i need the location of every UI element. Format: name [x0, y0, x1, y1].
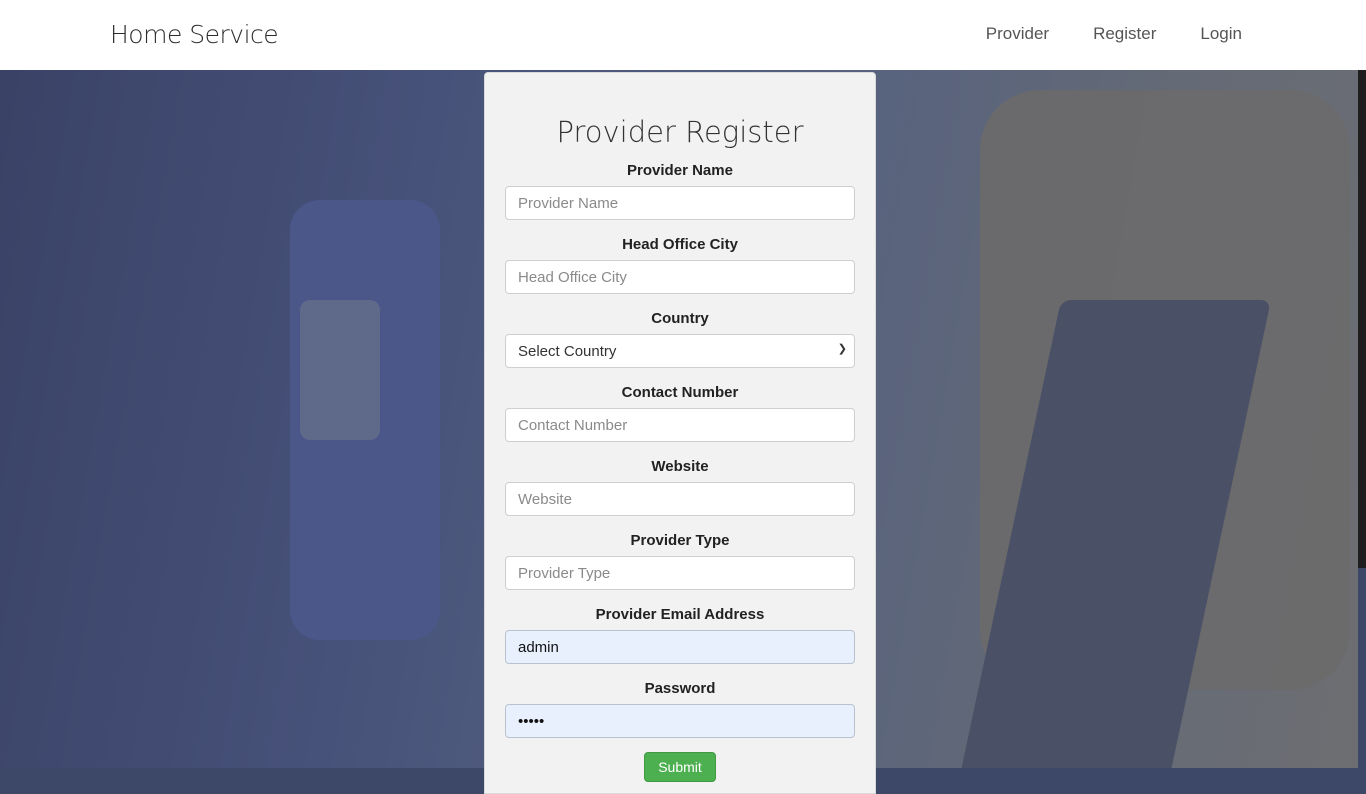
website-field: Website — [505, 458, 855, 516]
password-label: Password — [644, 680, 716, 697]
provider-name-input[interactable] — [505, 186, 855, 220]
website-input[interactable] — [505, 482, 855, 516]
register-form-card: Provider Register Provider Name Head Off… — [484, 72, 876, 794]
submit-button[interactable]: Submit — [644, 752, 716, 782]
email-label: Provider Email Address — [595, 606, 765, 623]
password-input[interactable] — [505, 704, 855, 738]
country-select[interactable]: Select Country — [505, 334, 855, 368]
provider-type-input[interactable] — [505, 556, 855, 590]
contact-number-label: Contact Number — [621, 384, 739, 401]
country-select-wrapper: Select Country ❯ — [505, 328, 855, 368]
nav-link-login[interactable]: Login — [1200, 24, 1242, 44]
country-field: Country Select Country ❯ — [505, 310, 855, 368]
scrollbar[interactable] — [1358, 63, 1366, 568]
nav-link-provider[interactable]: Provider — [986, 24, 1049, 44]
head-office-city-label: Head Office City — [622, 236, 738, 253]
provider-type-label: Provider Type — [630, 532, 730, 549]
brand-logo[interactable]: Home Service — [110, 20, 279, 49]
head-office-city-input[interactable] — [505, 260, 855, 294]
provider-type-field: Provider Type — [505, 532, 855, 590]
provider-name-label: Provider Name — [627, 162, 733, 179]
navbar: Home Service Provider Register Login — [0, 0, 1366, 70]
provider-name-field: Provider Name — [505, 162, 855, 220]
contact-number-field: Contact Number — [505, 384, 855, 442]
form-title: Provider Register — [556, 115, 804, 149]
email-field: Provider Email Address — [505, 606, 855, 664]
country-label: Country — [651, 310, 709, 327]
nav-link-register[interactable]: Register — [1093, 24, 1156, 44]
nav-links: Provider Register Login — [986, 24, 1242, 44]
head-office-city-field: Head Office City — [505, 236, 855, 294]
email-input[interactable] — [505, 630, 855, 664]
contact-number-input[interactable] — [505, 408, 855, 442]
password-field: Password — [505, 680, 855, 738]
tape-measure-window — [300, 300, 380, 440]
website-label: Website — [651, 458, 709, 475]
